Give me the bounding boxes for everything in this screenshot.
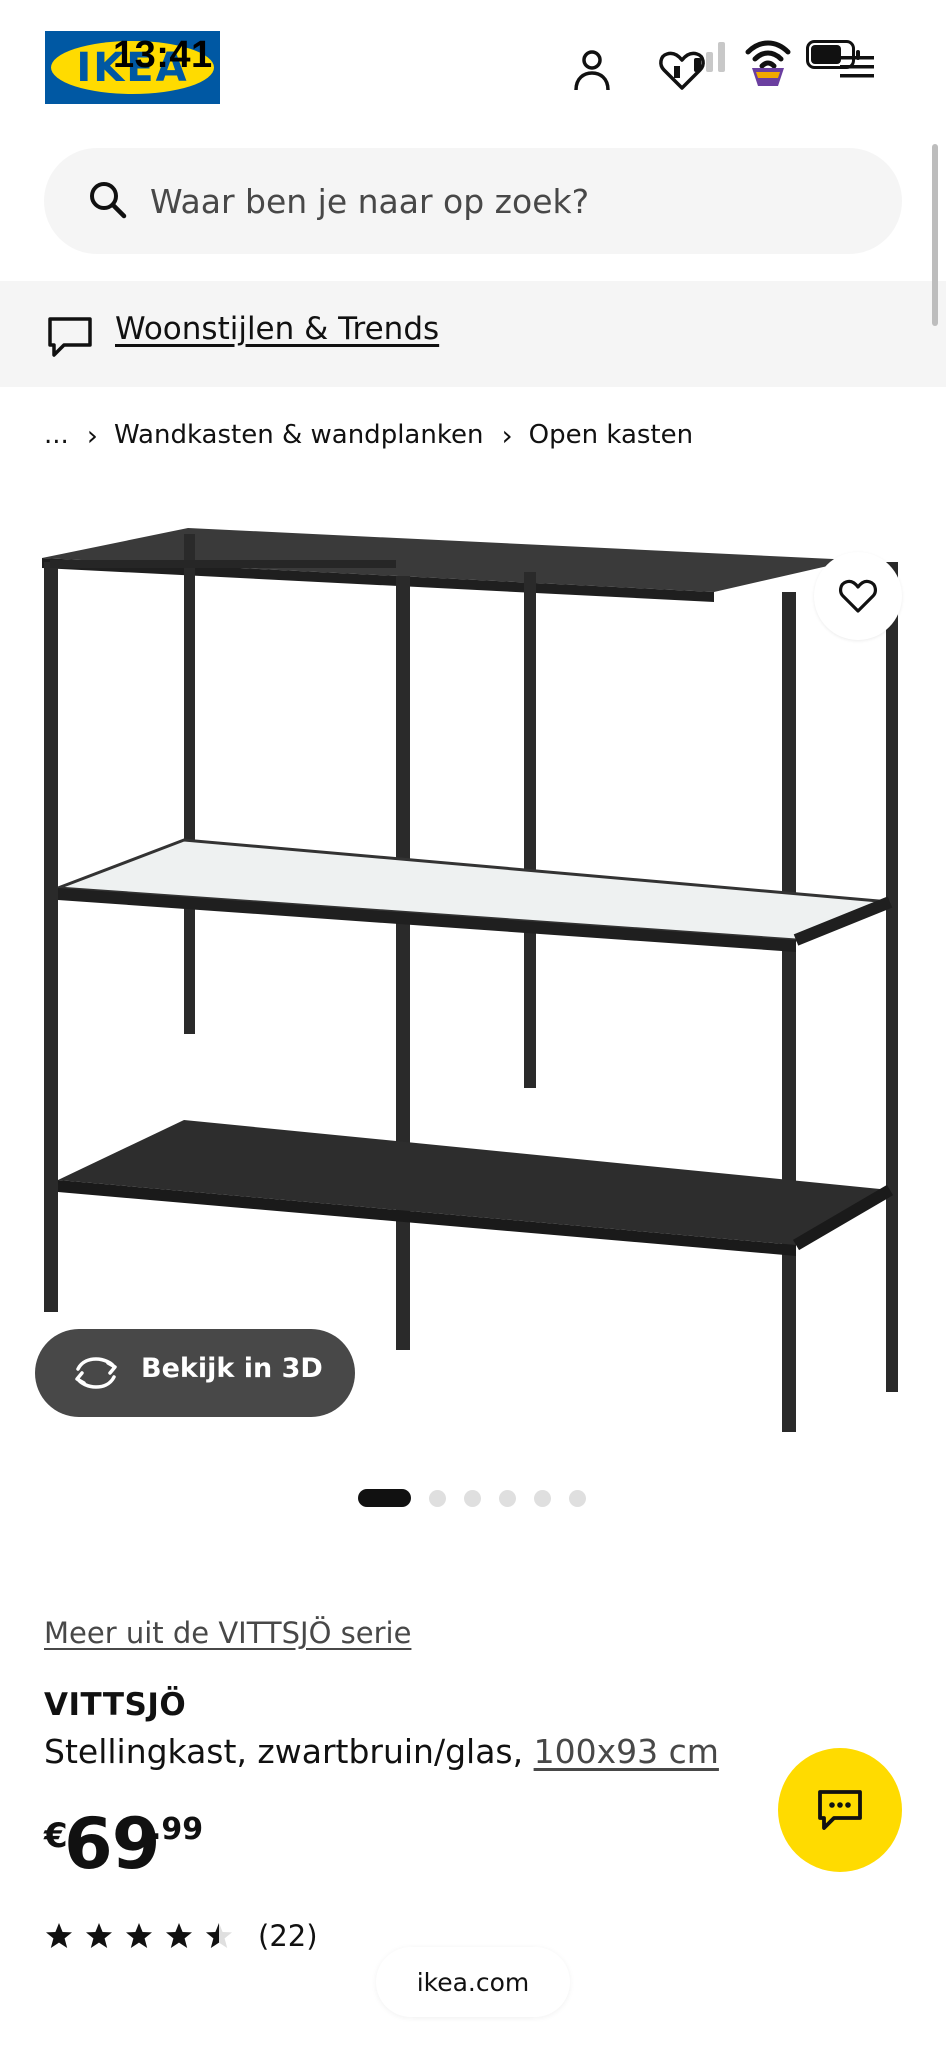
browser-url-pill[interactable]: ikea.com — [376, 1947, 570, 2017]
chat-icon — [818, 1790, 862, 1830]
search-input[interactable] — [150, 178, 830, 224]
status-time: 13:41 — [113, 34, 213, 76]
star-full-icon — [126, 1923, 152, 1948]
view-in-3d-button[interactable]: Bekijk in 3D — [35, 1329, 355, 1417]
search-bar[interactable] — [44, 148, 902, 254]
size-link[interactable]: 100x93 cm — [534, 1732, 719, 1771]
price-decimal: .99 — [150, 1812, 204, 1847]
pager-dot[interactable] — [429, 1489, 446, 1507]
pager-dot[interactable] — [534, 1489, 551, 1507]
banner-link[interactable]: Woonstijlen & Trends — [115, 311, 439, 347]
pager-dot[interactable] — [464, 1489, 481, 1507]
signal-icon — [694, 42, 725, 72]
heart-icon — [839, 579, 877, 613]
pager-dot[interactable] — [499, 1489, 516, 1507]
chat-button[interactable] — [778, 1748, 902, 1872]
series-link[interactable]: Meer uit de VITTSJÖ serie — [44, 1616, 411, 1650]
breadcrumb-item-wandkasten[interactable]: Wandkasten & wandplanken — [114, 420, 483, 450]
pager-dot-active[interactable] — [358, 1489, 411, 1507]
star-full-icon — [86, 1923, 112, 1948]
wifi-icon — [745, 40, 791, 86]
search-icon — [90, 182, 127, 219]
inspiration-banner[interactable]: Woonstijlen & Trends — [0, 281, 946, 387]
product-description: Stellingkast, zwartbruin/glas, 100x93 cm — [44, 1732, 719, 1771]
rotate-3d-icon — [75, 1357, 117, 1389]
star-half-icon — [206, 1923, 232, 1948]
chevron-right-icon: › — [501, 418, 513, 452]
price-integer: 69 — [64, 1803, 160, 1885]
breadcrumb-item-open-kasten[interactable]: Open kasten — [529, 420, 693, 450]
breadcrumb: ... › Wandkasten & wandplanken › Open ka… — [44, 415, 693, 455]
add-to-wishlist-button[interactable] — [814, 552, 902, 640]
star-full-icon — [166, 1923, 192, 1948]
star-full-icon — [46, 1923, 72, 1948]
speech-bubble-icon — [48, 317, 92, 357]
product-description-text: Stellingkast, zwartbruin/glas, — [44, 1732, 534, 1771]
rating[interactable]: (22) — [44, 1918, 318, 1954]
menu-icon[interactable] — [836, 48, 878, 84]
product-name: VITTSJÖ — [44, 1687, 187, 1723]
breadcrumb-item-ellipsis[interactable]: ... — [44, 420, 69, 450]
profile-icon[interactable] — [568, 46, 616, 94]
header: IKEA 13:41 — [0, 0, 946, 135]
product-image[interactable] — [34, 500, 914, 1450]
chevron-right-icon: › — [86, 418, 98, 452]
scrollbar[interactable] — [932, 144, 938, 326]
rating-count: (22) — [258, 1919, 318, 1953]
pager-dot[interactable] — [569, 1489, 586, 1507]
view-in-3d-label: Bekijk in 3D — [141, 1353, 323, 1384]
image-pager — [358, 1488, 604, 1508]
